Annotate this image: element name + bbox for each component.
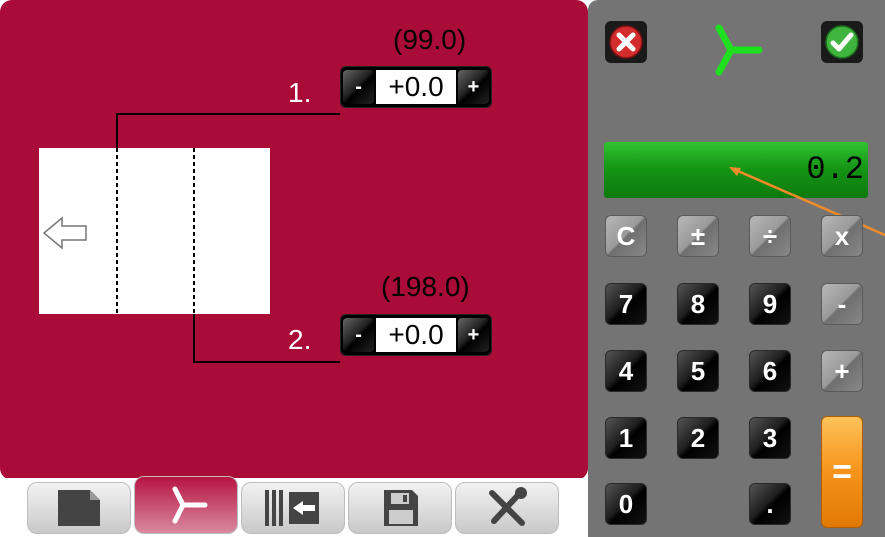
fold-2-number: 2. bbox=[288, 324, 312, 355]
key-8[interactable]: 8 bbox=[677, 283, 719, 325]
sheet-icon bbox=[58, 490, 100, 526]
fold-mode-icon bbox=[715, 24, 763, 76]
key-3[interactable]: 3 bbox=[749, 417, 791, 459]
cancel-icon bbox=[609, 25, 643, 59]
fold-2-value[interactable]: +0.0 bbox=[376, 318, 456, 352]
fold-1-leader bbox=[116, 113, 340, 148]
fold-1-minus-button[interactable]: - bbox=[343, 70, 375, 104]
tab-fold[interactable] bbox=[134, 476, 238, 534]
key-1[interactable]: 1 bbox=[605, 417, 647, 459]
fold-2-stepper: - +0.0 + bbox=[340, 314, 492, 356]
fold-diagram bbox=[39, 113, 340, 363]
multiply-button[interactable]: x bbox=[821, 215, 863, 257]
key-0[interactable]: 0 bbox=[605, 483, 647, 525]
backgauge-icon bbox=[265, 490, 319, 526]
fold-2-leader bbox=[193, 314, 340, 363]
tab-bar bbox=[0, 476, 588, 537]
fold-2-minus-button[interactable]: - bbox=[343, 318, 375, 352]
tab-save[interactable] bbox=[348, 482, 452, 534]
key-4[interactable]: 4 bbox=[605, 350, 647, 392]
fold-1-plus-button[interactable]: + bbox=[457, 70, 489, 104]
save-icon bbox=[384, 490, 418, 526]
equals-button[interactable]: = bbox=[821, 416, 863, 528]
tab-backgauge[interactable] bbox=[241, 482, 345, 534]
fold-1-reference: (99.0) bbox=[393, 24, 467, 55]
checkmark-icon bbox=[825, 25, 859, 59]
fold-2-reference: (198.0) bbox=[381, 271, 470, 302]
decimal-point-button[interactable]: . bbox=[749, 483, 791, 525]
plusminus-button[interactable]: ± bbox=[677, 215, 719, 257]
plus-button[interactable]: + bbox=[821, 350, 863, 392]
fold-settings-panel: (99.0) 1. - +0.0 + (198.0) 2. - +0.0 + bbox=[0, 0, 588, 480]
key-7[interactable]: 7 bbox=[605, 283, 647, 325]
fold-1-number: 1. bbox=[288, 77, 312, 108]
minus-button[interactable]: - bbox=[821, 283, 863, 325]
tools-icon bbox=[489, 487, 527, 526]
fold-2-plus-button[interactable]: + bbox=[457, 318, 489, 352]
key-5[interactable]: 5 bbox=[677, 350, 719, 392]
tab-tools[interactable] bbox=[455, 482, 559, 534]
cancel-button[interactable] bbox=[605, 21, 647, 63]
key-9[interactable]: 9 bbox=[749, 283, 791, 325]
fold-icon bbox=[172, 486, 208, 524]
divide-button[interactable]: ÷ bbox=[749, 215, 791, 257]
key-6[interactable]: 6 bbox=[749, 350, 791, 392]
fold-1-stepper: - +0.0 + bbox=[340, 66, 492, 108]
key-2[interactable]: 2 bbox=[677, 417, 719, 459]
clear-button[interactable]: C bbox=[605, 215, 647, 257]
tab-sheet[interactable] bbox=[27, 482, 131, 534]
fold-1-value[interactable]: +0.0 bbox=[376, 70, 456, 104]
confirm-button[interactable] bbox=[821, 21, 863, 63]
calculator-panel: 0.2 C ± ÷ x 7 8 9 - 4 5 6 + 1 2 3 = 0 . bbox=[588, 0, 885, 537]
